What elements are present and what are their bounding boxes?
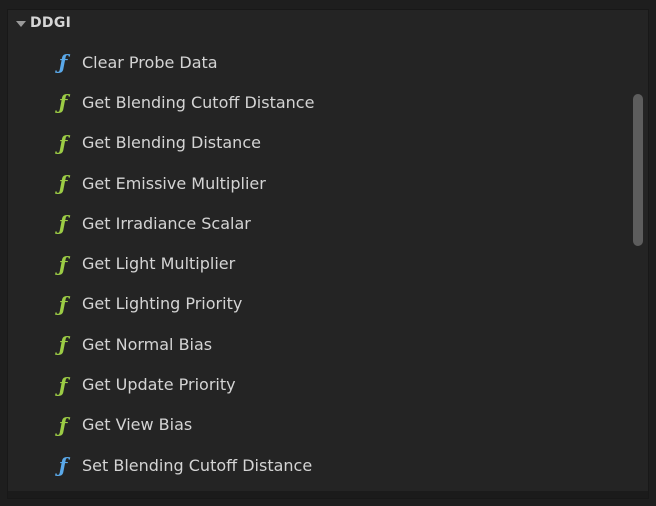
scrollbar-thumb[interactable] [633,94,643,246]
list-item[interactable]: ƒ Get Lighting Priority [8,284,648,324]
list-item-label: Get Lighting Priority [82,294,243,314]
list-item[interactable]: ƒ Get Irradiance Scalar [8,203,648,243]
list-item-label: Get Light Multiplier [82,254,236,274]
function-icon: ƒ [58,211,68,236]
function-icon: ƒ [58,50,68,75]
list-item-label: Get Emissive Multiplier [82,173,266,193]
list-item[interactable]: ƒ Get Normal Bias [8,324,648,364]
function-icon: ƒ [58,90,68,115]
list-item-label: Set Blending Cutoff Distance [82,455,313,475]
category-label: DDGI [30,15,72,31]
function-icon: ƒ [58,412,68,437]
list-item-label: Get Blending Distance [82,133,261,153]
list-item[interactable]: ƒ Get View Bias [8,405,648,445]
function-icon: ƒ [58,251,68,276]
list-item[interactable]: ƒ Get Emissive Multiplier [8,163,648,203]
function-icon: ƒ [58,291,68,316]
list-item[interactable]: ƒ Set Blending Cutoff Distance [8,445,648,485]
caret-down-icon[interactable] [16,20,26,27]
list-item[interactable]: ƒ Get Blending Distance [8,123,648,163]
list-item-label: Get Update Priority [82,375,236,395]
list-item[interactable]: ƒ Clear Probe Data [8,42,648,82]
function-icon: ƒ [58,332,68,357]
function-icon: ƒ [58,171,68,196]
list-item-label: Get Irradiance Scalar [82,213,251,233]
function-icon: ƒ [58,130,68,155]
function-icon: ƒ [58,453,68,478]
function-icon: ƒ [58,372,68,397]
panel-bottom-edge [8,491,648,498]
list-item[interactable]: ƒ Get Light Multiplier [8,243,648,283]
function-list: ƒ Clear Probe Data ƒ Get Blending Cutoff Di… [8,42,648,498]
list-item[interactable]: ƒ Get Update Priority [8,364,648,404]
list-item-label: Get Blending Cutoff Distance [82,92,315,112]
list-item-label: Clear Probe Data [82,52,218,72]
action-list-panel: DDGI ƒ Clear Probe Data ƒ Get Blending Cuto… [7,9,649,499]
list-item[interactable]: ƒ Get Blending Cutoff Distance [8,82,648,122]
list-item-label: Get Normal Bias [82,334,213,354]
category-header-ddgi[interactable]: DDGI [8,10,71,36]
list-item-label: Get View Bias [82,415,193,435]
